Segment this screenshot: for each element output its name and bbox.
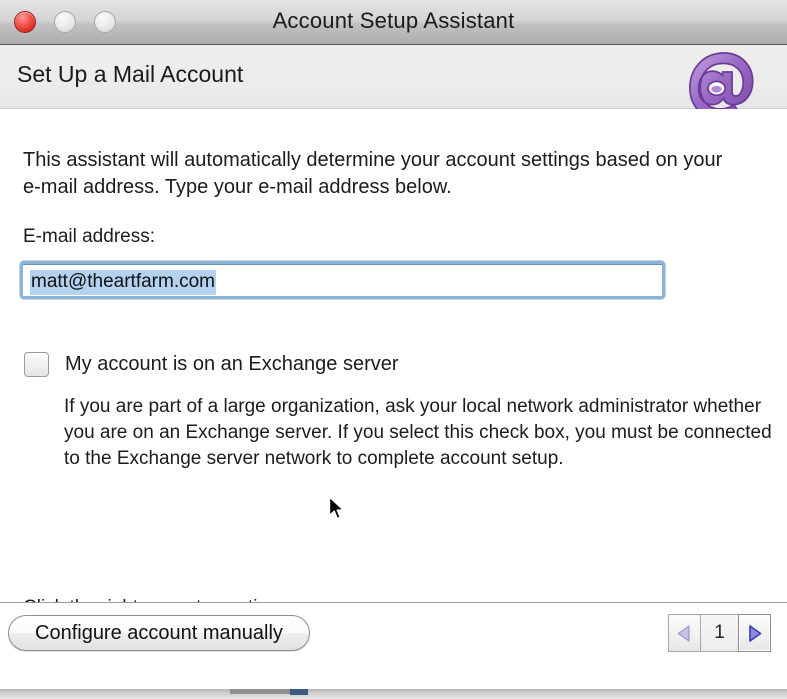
bottom-edge-marker — [290, 689, 308, 695]
exchange-server-checkbox[interactable] — [24, 352, 49, 377]
configure-account-manually-button[interactable]: Configure account manually — [8, 615, 310, 651]
right-triangle-icon — [749, 624, 762, 642]
bottom-edge-notch — [230, 689, 290, 694]
email-field-container[interactable]: matt@theartfarm.com — [20, 261, 665, 299]
assistant-header: Set Up a Mail Account — [0, 45, 787, 120]
account-setup-assistant-window: Account Setup Assistant Set Up a Mail Ac… — [0, 0, 787, 699]
window-title: Account Setup Assistant — [272, 8, 515, 33]
email-field-label: E-mail address: — [23, 226, 155, 247]
exchange-server-checkbox-row[interactable]: My account is on an Exchange server — [24, 352, 399, 377]
intro-text: This assistant will automatically determ… — [23, 149, 723, 198]
window-bottom-edge — [0, 689, 787, 699]
mouse-cursor-icon — [328, 496, 344, 520]
page-number: 1 — [701, 614, 738, 652]
left-triangle-icon — [677, 624, 690, 642]
page-title: Set Up a Mail Account — [17, 61, 244, 87]
exchange-server-hint: If you are part of a large organization,… — [64, 396, 772, 469]
window-titlebar: Account Setup Assistant — [0, 0, 787, 45]
email-input-value: matt@theartfarm.com — [30, 270, 216, 295]
assistant-content: This assistant will automatically determ… — [0, 109, 787, 618]
previous-page-button[interactable] — [668, 614, 701, 652]
exchange-server-checkbox-label: My account is on an Exchange server — [65, 353, 399, 375]
assistant-pager: 1 — [668, 614, 771, 652]
next-page-button[interactable] — [738, 614, 771, 652]
assistant-footer: Configure account manually 1 — [0, 602, 787, 699]
